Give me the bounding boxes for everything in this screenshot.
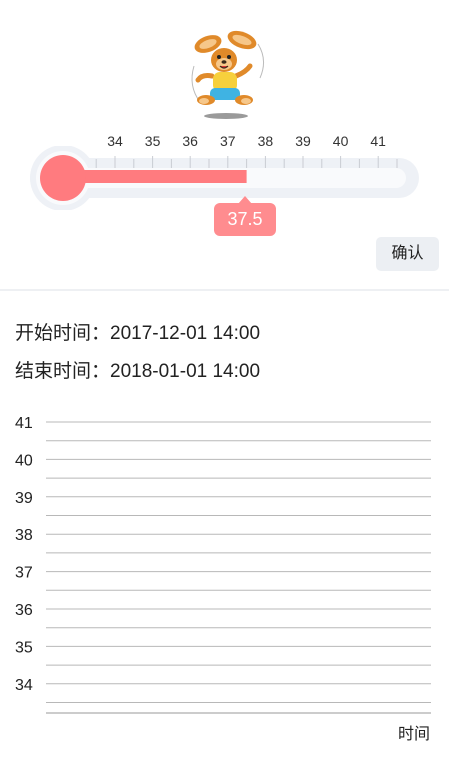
y-tick-label: 37 bbox=[15, 565, 33, 582]
temperature-slider[interactable] bbox=[30, 146, 419, 210]
start-time-label: 开始时间： bbox=[15, 323, 111, 344]
current-value-badge: 37.5 bbox=[214, 196, 276, 236]
end-time-row: 结束时间：2018-01-01 14:00 bbox=[15, 356, 260, 383]
temperature-chart: 41 40 39 38 37 36 35 34 时间 bbox=[0, 400, 449, 758]
x-axis-label: 时间 bbox=[398, 725, 430, 743]
start-time-value[interactable]: 2017-12-01 14:00 bbox=[110, 323, 260, 344]
end-time-value[interactable]: 2018-01-01 14:00 bbox=[110, 361, 260, 382]
mercury-bar bbox=[63, 170, 247, 183]
y-tick-label: 34 bbox=[15, 677, 33, 694]
y-tick-label: 39 bbox=[15, 490, 33, 507]
y-tick-label: 36 bbox=[15, 602, 33, 619]
confirm-button[interactable]: 确认 bbox=[376, 237, 439, 271]
end-time-label: 结束时间： bbox=[15, 361, 111, 382]
y-tick-label: 38 bbox=[15, 527, 33, 544]
mercury-bulb[interactable] bbox=[40, 155, 86, 201]
rabbit-mascot-icon bbox=[186, 26, 266, 122]
start-time-row: 开始时间：2017-12-01 14:00 bbox=[15, 318, 260, 345]
section-divider bbox=[0, 289, 449, 291]
y-tick-label: 41 bbox=[15, 415, 33, 432]
temperature-page: 34 35 36 37 38 39 40 41 37.5 确认 开始时间：201… bbox=[0, 0, 449, 758]
y-tick-label: 40 bbox=[15, 452, 33, 469]
y-tick-label: 35 bbox=[15, 639, 33, 656]
